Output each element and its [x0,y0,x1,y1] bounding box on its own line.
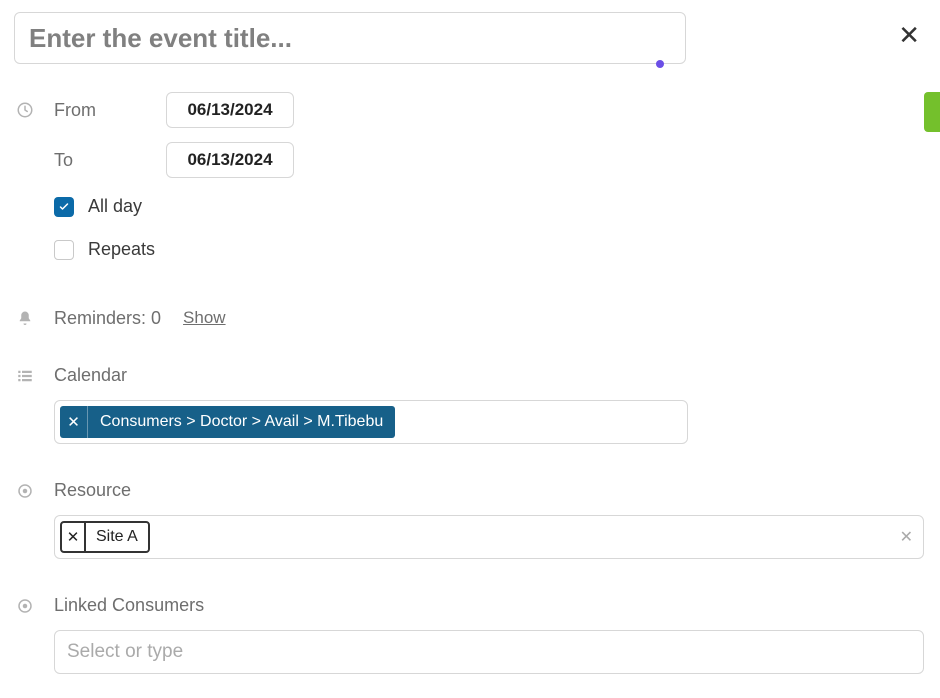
resource-label: Resource [54,480,131,501]
list-icon [16,367,34,385]
save-button[interactable]: Save [924,92,940,132]
close-icon[interactable]: ✕ [898,22,920,48]
indicator-dot [656,60,664,68]
all-day-checkbox[interactable] [54,197,74,217]
repeats-checkbox[interactable] [54,240,74,260]
calendar-tag-remove-icon[interactable]: ✕ [60,406,88,438]
linked-consumers-label: Linked Consumers [54,595,204,616]
to-date-input[interactable] [166,142,294,178]
reminders-show-link[interactable]: Show [183,308,226,328]
repeats-label: Repeats [88,239,155,260]
target-icon [16,597,34,615]
all-day-label: All day [88,196,142,217]
resource-tag: ✕ Site A [60,521,150,553]
resource-clear-icon[interactable]: ✕ [900,527,913,547]
calendar-label: Calendar [54,365,127,386]
calendar-tag-text: Consumers > Doctor > Avail > M.Tibebu [88,406,395,438]
from-label: From [54,100,166,121]
resource-select[interactable]: ✕ Site A ✕ [54,515,924,559]
calendar-tag: ✕ Consumers > Doctor > Avail > M.Tibebu [60,406,395,438]
resource-tag-remove-icon[interactable]: ✕ [62,523,86,551]
linked-consumers-input[interactable] [54,630,924,674]
from-date-input[interactable] [166,92,294,128]
target-icon [16,482,34,500]
to-label: To [54,150,166,171]
reminders-label: Reminders: 0 [54,308,161,329]
clock-icon [16,101,34,119]
event-title-input[interactable] [14,12,686,64]
resource-tag-text: Site A [86,523,148,551]
bell-icon [16,310,34,328]
calendar-select[interactable]: ✕ Consumers > Doctor > Avail > M.Tibebu [54,400,688,444]
